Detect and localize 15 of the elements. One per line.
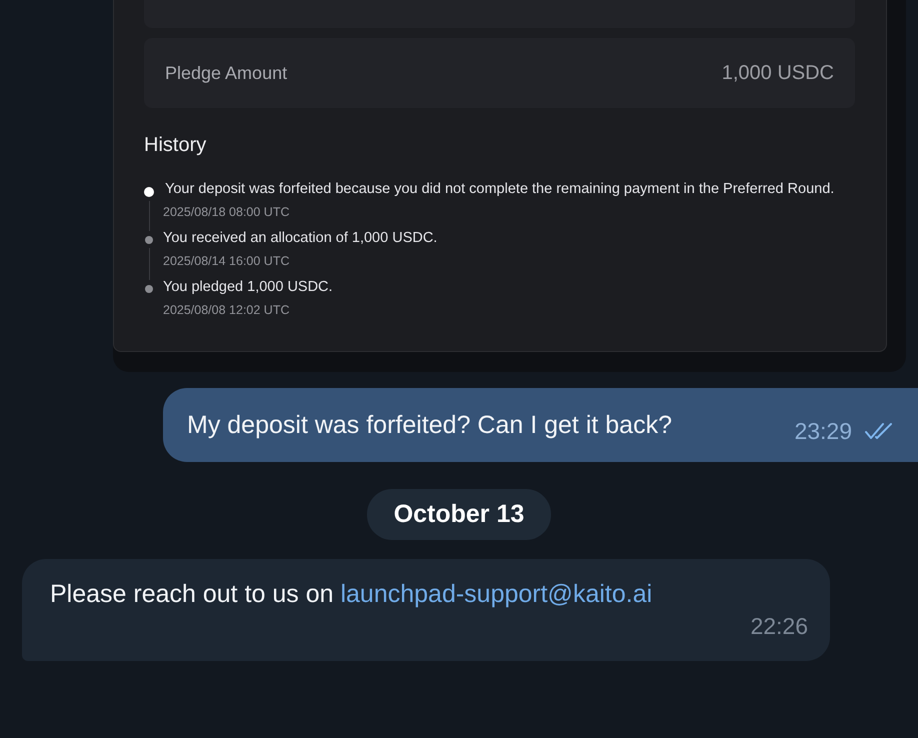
date-separator: October 13	[366, 489, 552, 540]
message-text: Please reach out to us on launchpad-support@kaito.ai	[50, 580, 654, 609]
event-text: Your deposit was forfeited because you did not complete the remaining payment in the Preferred Round.	[164, 180, 834, 199]
message-time: 22:26	[750, 613, 808, 640]
event-time: 2025/08/18 08:00 UTC	[163, 205, 290, 219]
message-text: My deposit was forfeited? Can I get it back?	[187, 410, 673, 440]
pledge-value: 1,000 USDC	[722, 62, 834, 84]
event-text: You pledged 1,000 USDC.	[163, 278, 333, 297]
pledge-label: Pledge Amount	[165, 62, 288, 84]
event-text: You received an allocation of 1,000 USDC.	[163, 229, 438, 248]
history-title: History	[144, 134, 208, 157]
email-link[interactable]: launchpad-support@kaito.ai	[340, 580, 652, 608]
event-time: 2025/08/08 12:02 UTC	[163, 303, 290, 317]
event-time: 2025/08/14 16:00 UTC	[163, 254, 290, 268]
message-time: 23:29	[794, 418, 852, 444]
